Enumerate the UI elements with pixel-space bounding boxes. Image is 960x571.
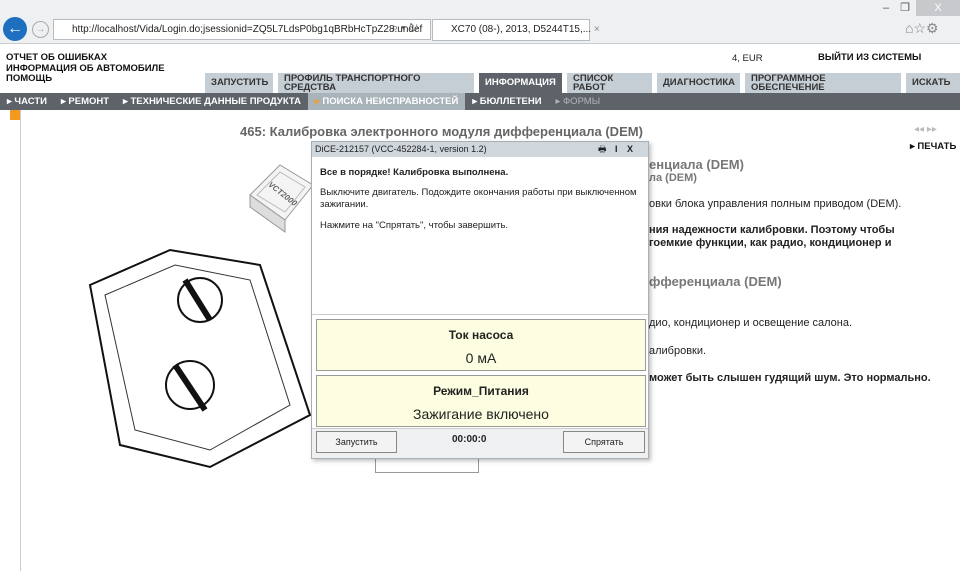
subnav-troubleshooting[interactable]: ▸ ПОИСКА НЕИСПРАВНОСТЕЙ <box>307 93 466 110</box>
tab-software[interactable]: ПРОГРАММНОЕ ОБЕСПЕЧЕНИЕ <box>745 73 901 93</box>
expand-marker-icon[interactable] <box>10 110 20 120</box>
home-star-gear-icons[interactable]: ⌂☆⚙ <box>905 20 939 37</box>
start-button[interactable]: Запустить <box>316 431 397 453</box>
dialog-text: Нажмите на "Спрятать", чтобы завершить. <box>320 220 509 231</box>
browser-tab[interactable]: XC70 (08-), 2013, D5244T15,... × <box>432 19 600 41</box>
restore-button[interactable]: ❐ <box>897 0 913 16</box>
hide-button[interactable]: Спрятать <box>563 431 645 453</box>
error-report-link[interactable]: ОТЧЕТ ОБ ОШИБКАХ <box>6 52 165 64</box>
dialog-title-bar[interactable]: DiCE-212157 (VCC-452284-1, version 1.2) … <box>312 142 648 157</box>
tab-search[interactable]: ИСКАТЬ <box>906 73 960 93</box>
browser-chrome: ← → http://localhost/Vida/Login.do;jsess… <box>0 0 960 44</box>
tab-work-list[interactable]: СПИСОК РАБОТ <box>567 73 652 93</box>
tab-information[interactable]: ИНФОРМАЦИЯ <box>479 73 562 93</box>
bg-text: ния надежности калибровки. Поэтому чтобы <box>649 224 895 236</box>
subnav-forms[interactable]: ▸ ФОРМЫ <box>549 93 608 110</box>
bg-text: алибровки. <box>649 345 707 357</box>
panel-value: Зажигание включено <box>413 406 549 422</box>
tab-diagnostics[interactable]: ДИАГНОСТИКА <box>657 73 740 93</box>
info-button[interactable]: I <box>615 142 618 157</box>
bg-text: дио, кондиционер и освещение салона. <box>649 317 853 329</box>
print-icon[interactable]: 🖶 <box>598 142 607 157</box>
print-link[interactable]: ▸ ПЕЧАТЬ <box>910 141 956 153</box>
divider <box>20 110 21 571</box>
dialog-heading: Все в порядке! Калибровка выполнена. <box>320 167 509 178</box>
subnav-repair[interactable]: ▸ РЕМОНТ <box>54 93 116 110</box>
panel-label: Ток насоса <box>448 328 514 342</box>
address-bar[interactable]: http://localhost/Vida/Login.do;jsessioni… <box>53 19 431 40</box>
prev-next-icons[interactable]: ◂◂ ▸▸ <box>914 124 937 135</box>
content-title: 465: Калибровка электронного модуля дифф… <box>240 124 643 139</box>
help-link[interactable]: ПОМОЩЬ <box>6 73 165 85</box>
minimize-button[interactable]: – <box>878 0 894 16</box>
calibration-dialog: DiCE-212157 (VCC-452284-1, version 1.2) … <box>311 141 649 459</box>
panel-label: Режим_Питания <box>433 384 529 398</box>
dialog-title: DiCE-212157 (VCC-452284-1, version 1.2) <box>315 144 487 154</box>
back-button[interactable]: ← <box>3 17 27 41</box>
power-mode-panel: Режим_Питания Зажигание включено <box>316 375 646 427</box>
tab-title: XC70 (08-), 2013, D5244T15,... <box>451 24 592 35</box>
vct2000-device-illustration <box>249 164 314 233</box>
subnav-parts[interactable]: ▸ ЧАСТИ <box>0 93 54 110</box>
bg-text: овки блока управления полным приводом (D… <box>649 198 902 210</box>
tab-vehicle-profile[interactable]: ПРОФИЛЬ ТРАНСПОРТНОГО СРЕДСТВА <box>278 73 474 93</box>
bg-heading: фференциала (DEM) <box>649 274 782 289</box>
subnav-bulletins[interactable]: ▸ БЮЛЛЕТЕНИ <box>465 93 548 110</box>
bg-subheading: ла (DEM) <box>649 172 697 184</box>
dem-module-illustration <box>88 248 312 469</box>
sub-navigation: ▸ ЧАСТИ ▸ РЕМОНТ ▸ ТЕХНИЧЕСКИЕ ДАННЫЕ ПР… <box>0 93 960 110</box>
bg-heading: енциала (DEM) <box>649 157 744 172</box>
header-links: ОТЧЕТ ОБ ОШИБКАХ ИНФОРМАЦИЯ ОБ АВТОМОБИЛ… <box>6 52 165 85</box>
panel-value: 0 мА <box>465 350 497 366</box>
timer: 00:00:0 <box>452 434 487 445</box>
url-text: http://localhost/Vida/Login.do;jsessioni… <box>72 24 423 35</box>
dialog-close-button[interactable]: X <box>627 142 633 157</box>
logout-link[interactable]: ВЫЙТИ ИЗ СИСТЕМЫ <box>818 52 921 64</box>
currency: 4, EUR <box>732 53 763 64</box>
tab-start[interactable]: ЗАПУСТИТЬ <box>205 73 273 93</box>
tab-close-icon[interactable]: × <box>594 24 600 35</box>
bg-text: гоемкие функции, как радио, кондиционер … <box>649 237 892 249</box>
forward-button[interactable]: → <box>32 21 49 38</box>
search-refresh-icon[interactable]: ⌕ ▾ ↻ <box>392 22 418 35</box>
bg-text: может быть слышен гудящий шум. Это норма… <box>649 372 931 384</box>
divider <box>312 314 648 315</box>
dialog-text: Выключите двигатель. Подождите окончания… <box>320 187 637 210</box>
close-window-button[interactable]: X <box>916 0 960 16</box>
pump-current-panel: Ток насоса 0 мА <box>316 319 646 371</box>
subnav-tech-data[interactable]: ▸ ТЕХНИЧЕСКИЕ ДАННЫЕ ПРОДУКТА <box>116 93 308 110</box>
